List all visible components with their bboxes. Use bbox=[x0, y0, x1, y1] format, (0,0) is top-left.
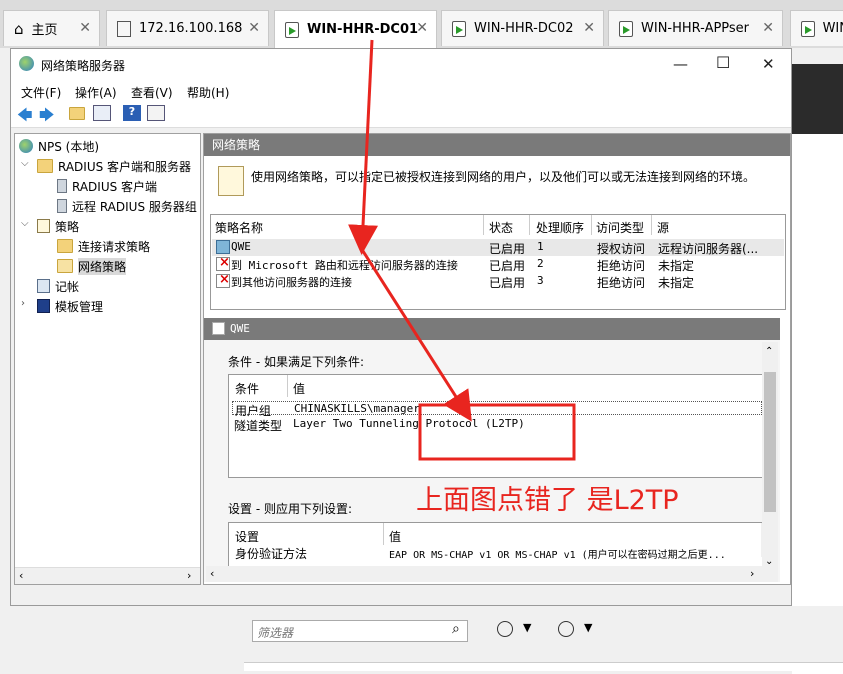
annotation-overlay bbox=[348, 39, 576, 461]
annotation-highlight-box bbox=[418, 403, 576, 461]
annotation-text: 上面图点错了 是L2TP bbox=[416, 485, 679, 516]
annotation-arrow bbox=[359, 247, 472, 422]
annotation-arrow bbox=[348, 39, 379, 255]
